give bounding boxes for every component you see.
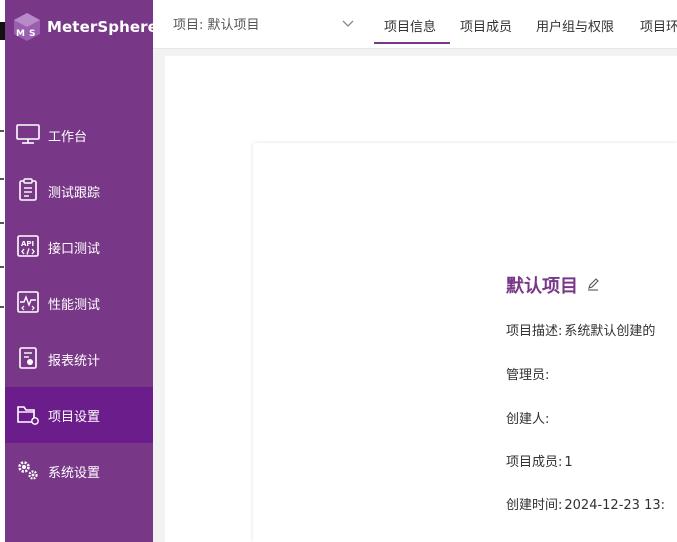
top-bar: 项目: 默认项目 项目信息 项目成员 用户组与权限 项目环 bbox=[153, 0, 677, 49]
background-window-mark bbox=[0, 222, 4, 224]
api-icon: API bbox=[17, 235, 39, 257]
info-label: 创建时间: bbox=[506, 498, 563, 513]
info-label: 项目描述: bbox=[506, 324, 563, 339]
folder-settings-icon bbox=[17, 406, 39, 425]
sidebar-item-system-settings[interactable]: 系统设置 bbox=[5, 443, 153, 499]
sidebar-item-label: 系统设置 bbox=[48, 465, 101, 481]
sidebar-item-project-settings[interactable]: 项目设置 bbox=[5, 387, 153, 443]
performance-chart-icon bbox=[17, 291, 39, 313]
active-tab-indicator bbox=[374, 42, 450, 44]
sidebar: M S MeterSphere 工作台 测试跟踪 API 接口测试 性能测试 报… bbox=[5, 0, 158, 542]
background-window-mark bbox=[0, 130, 4, 132]
report-icon bbox=[19, 347, 37, 369]
sidebar-item-label: 接口测试 bbox=[48, 241, 101, 257]
metersphere-logo-icon: M S bbox=[14, 13, 40, 41]
tab-project-members[interactable]: 项目成员 bbox=[460, 16, 512, 35]
sidebar-item-label: 报表统计 bbox=[48, 353, 101, 369]
info-label: 创建人: bbox=[506, 412, 550, 427]
chevron-down-icon bbox=[342, 20, 354, 27]
background-window-mark bbox=[0, 306, 4, 308]
sidebar-item-label: 性能测试 bbox=[48, 297, 101, 313]
info-row-admin: 管理员: bbox=[506, 364, 551, 383]
brand[interactable]: M S MeterSphere bbox=[5, 0, 158, 56]
info-label: 管理员: bbox=[506, 368, 550, 383]
edit-icon[interactable] bbox=[586, 277, 600, 291]
project-select-value: 项目: 默认项目 bbox=[173, 18, 260, 33]
info-row-creator: 创建人: bbox=[506, 408, 551, 427]
sidebar-item-label: 工作台 bbox=[48, 129, 88, 145]
svg-text:S: S bbox=[29, 29, 35, 39]
background-window-mark bbox=[0, 178, 4, 180]
info-row-members: 项目成员: 1 bbox=[506, 451, 573, 470]
project-info-card bbox=[253, 143, 677, 542]
svg-text:M: M bbox=[16, 29, 25, 39]
info-row-created-time: 创建时间: 2024-12-23 13: bbox=[506, 494, 665, 513]
tab-project-environment[interactable]: 项目环 bbox=[640, 16, 677, 35]
sidebar-item-test-track[interactable]: 测试跟踪 bbox=[5, 163, 153, 219]
info-value: 1 bbox=[564, 455, 573, 470]
info-value: 2024-12-23 13: bbox=[564, 498, 665, 513]
project-title: 默认项目 bbox=[506, 276, 578, 297]
sidebar-item-report[interactable]: 报表统计 bbox=[5, 331, 153, 387]
tab-usergroup-permissions[interactable]: 用户组与权限 bbox=[536, 16, 614, 35]
info-label: 项目成员: bbox=[506, 455, 563, 470]
sidebar-item-api-test[interactable]: API 接口测试 bbox=[5, 219, 153, 275]
sidebar-item-label: 测试跟踪 bbox=[48, 185, 101, 201]
gears-icon bbox=[18, 461, 38, 480]
sidebar-item-workbench[interactable]: 工作台 bbox=[5, 107, 153, 163]
sidebar-item-performance-test[interactable]: 性能测试 bbox=[5, 275, 153, 331]
project-select[interactable]: 项目: 默认项目 bbox=[173, 14, 358, 38]
background-window-mark bbox=[0, 266, 4, 268]
info-value: 系统默认创建的 bbox=[564, 324, 656, 339]
svg-text:API: API bbox=[21, 240, 34, 248]
monitor-icon bbox=[16, 124, 40, 144]
app-name: MeterSphere bbox=[47, 18, 158, 36]
sidebar-item-label: 项目设置 bbox=[48, 409, 101, 425]
info-row-description: 项目描述: 系统默认创建的 bbox=[506, 320, 655, 339]
tab-project-info[interactable]: 项目信息 bbox=[384, 16, 436, 35]
clipboard-icon bbox=[19, 178, 37, 201]
